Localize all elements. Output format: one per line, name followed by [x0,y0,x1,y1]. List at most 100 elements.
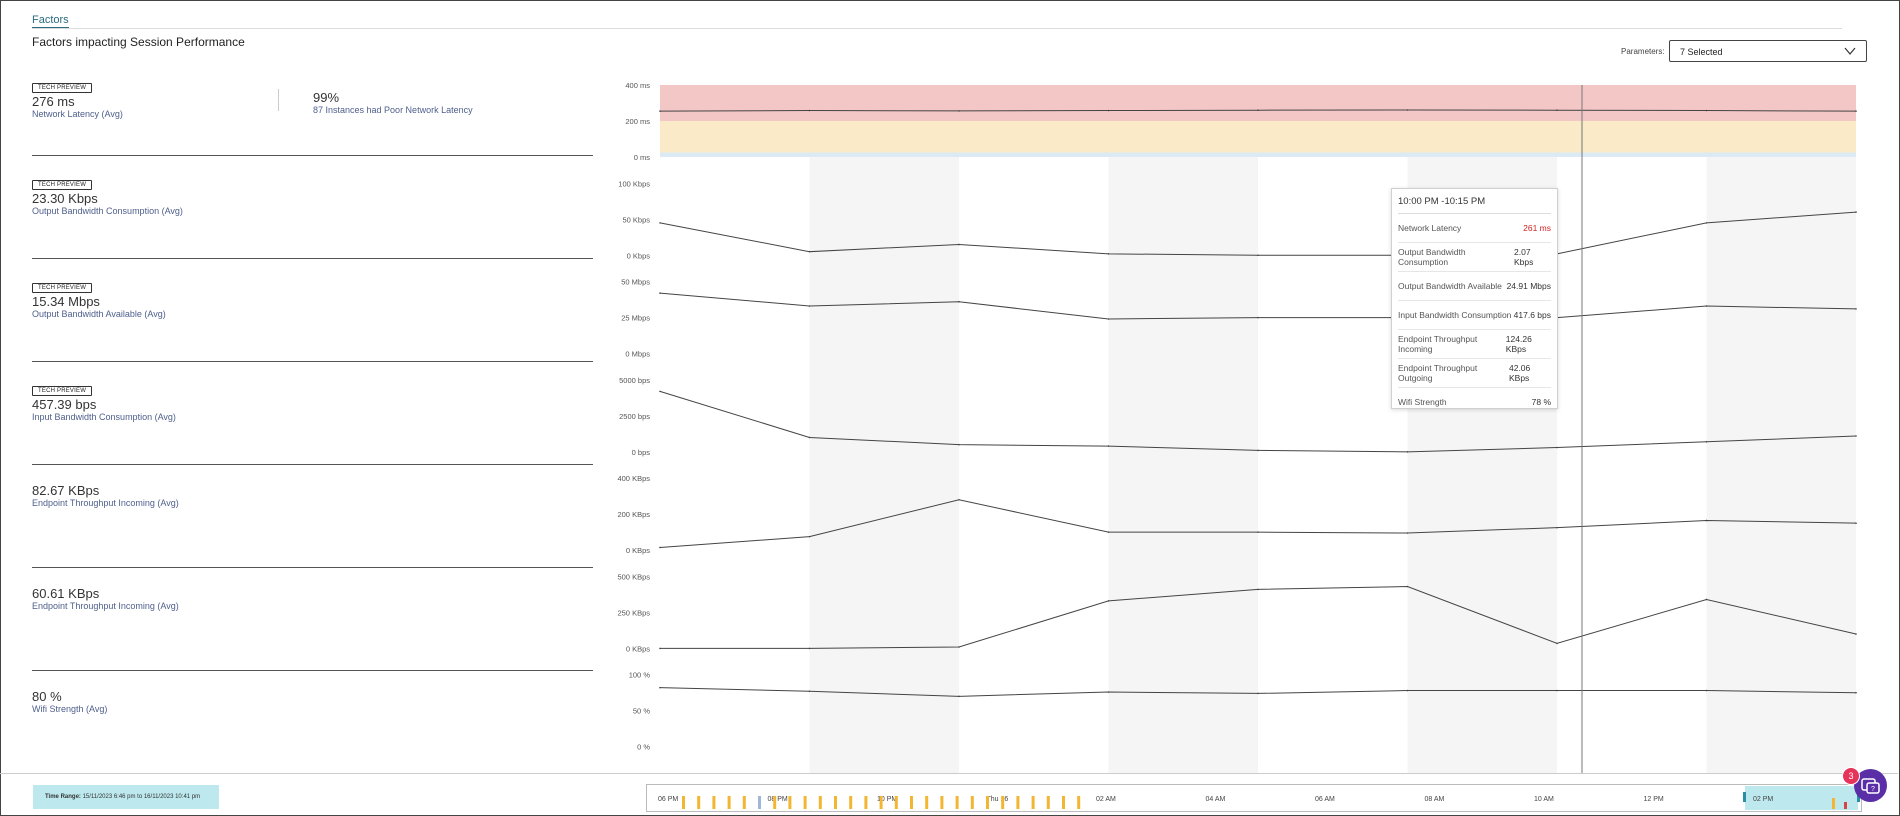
metric-value: 15.34 Mbps [32,294,100,309]
tooltip-row-value: 417.6 bps [1513,310,1551,320]
data-point [1705,519,1708,522]
timeline-bar [986,796,989,809]
chart-tooltip: 10:00 PM -10:15 PM Network Latency 261 ms… [1391,188,1558,409]
data-point [659,110,661,112]
data-point [1705,222,1708,224]
data-point [1406,532,1409,534]
metric-endpoint-throughput-incoming: 82.67 KBps Endpoint Throughput Incoming … [32,483,592,509]
threshold-band-poor [660,85,1856,121]
metric-label: Output Bandwidth Consumption (Avg) [32,206,183,216]
time-range-value: 15/11/2023 6:46 pm to 16/11/2023 10:41 p… [82,794,201,800]
tooltip-row-value: 261 ms [1523,223,1551,233]
tech-preview-badge: TECH PREVIEW [32,283,93,293]
data-point [808,647,811,650]
tooltip-row: Wifi Strength 78 % [1398,388,1551,416]
y-tick-label: 50 Kbps [622,215,650,224]
timeline-tick-label: 08 PM [768,796,788,803]
timeline-tick-label: 02 AM [1096,796,1116,803]
data-point [1406,585,1409,588]
timeline-bar [742,796,746,809]
metric-wifi-strength: 80 % Wifi Strength (Avg) [32,689,592,715]
data-point [1556,446,1558,449]
data-point [1705,598,1708,601]
timeline-bar [1046,796,1050,809]
data-point [1556,109,1558,111]
timeline-tick-label: 06 AM [1315,796,1335,803]
parameters-select[interactable]: 7 Selected [1669,40,1867,62]
metric-value: 82.67 KBps [32,483,100,498]
tab-factors[interactable]: Factors [32,14,69,28]
y-tick-label: 0 Mbps [625,350,650,359]
timeline-bar [970,796,974,809]
data-point [958,443,960,446]
timeline-bar [925,796,929,809]
data-point [659,686,661,689]
timeline-bar [1077,796,1081,809]
data-point [1107,253,1110,255]
data-point [808,690,811,693]
y-tick-label: 2500 bps [619,412,650,421]
tooltip-time: 10:00 PM -10:15 PM [1398,189,1551,214]
timeline-bar [803,796,807,809]
data-point [659,546,661,549]
tooltip-row: Output Bandwidth Consumption 2.07 Kbps [1398,243,1551,272]
data-point [1107,109,1110,112]
timeline-bar [727,796,731,809]
column-shade [1108,130,1258,773]
y-tick-label: 250 KBps [617,608,650,617]
svg-text:?: ? [1871,786,1875,793]
y-tick-label: 200 ms [625,117,650,126]
metric-value: 276 ms [32,94,75,109]
tooltip-row-label: Wifi Strength [1398,397,1447,407]
tech-preview-badge: TECH PREVIEW [32,386,93,396]
timeline-tick-label: 02 PM [1753,796,1773,803]
tooltip-row: Endpoint Throughput Incoming 124.26 KBps [1398,330,1551,359]
data-point [1257,531,1259,533]
timeline-bar [1062,796,1065,809]
timeline-bar [894,796,898,809]
tooltip-row-value: 78 % [1531,397,1551,407]
data-point [1705,440,1708,443]
metric-value: 457.39 bps [32,397,97,412]
data-point [1107,691,1110,693]
metric-separator [32,567,593,568]
column-shade [1706,130,1856,773]
timeline-navigator[interactable]: 06 PM 08 PM 10 PM Thu 16 02 AM 04 AM 06 AM 08 A… [646,784,1862,812]
y-tick-label: 400 KBps [617,474,650,483]
data-point [659,292,661,294]
y-tick-label: 100 % [629,671,651,680]
data-point [1257,109,1259,111]
data-point [1556,642,1558,645]
metric-label: Output Bandwidth Available (Avg) [32,309,166,319]
y-tick-label: 50 % [633,707,650,716]
timeline-bar [864,796,868,809]
data-point [1107,531,1110,533]
y-tick-label: 0 Kbps [627,251,651,260]
data-point [659,647,661,650]
timeline-bar [697,796,701,809]
tooltip-row-value: 24.91 Mbps [1506,281,1551,291]
metric-divider [278,89,279,111]
chevron-down-icon [1844,47,1856,55]
data-point [1705,109,1708,112]
data-point [958,695,960,698]
timeline-bar [773,796,777,809]
metric-separator [32,361,593,362]
metric-network-latency: TECH PREVIEW 276 ms Network Latency (Avg… [32,76,592,120]
factors-chart[interactable]: 400 ms 200 ms 0 ms 100 Kbps 50 Kbps 0 Kbps 50 … [600,75,1860,775]
metric-network-latency-secondary: 99% 87 Instances had Poor Network Latenc… [313,90,473,116]
parameters-label: Parameters: [1621,47,1665,56]
timeline-bar [1844,802,1847,809]
y-tick-label: 0 KBps [626,546,650,555]
data-point [1257,588,1259,591]
data-point [1855,435,1857,437]
timeline-bar [1031,796,1035,809]
data-point [1257,254,1259,257]
metric-label: Input Bandwidth Consumption (Avg) [32,412,176,422]
timeline-bar [1016,796,1020,809]
timeline-bar [818,796,822,809]
y-tick-label: 0 bps [632,448,651,457]
data-point [958,646,960,648]
threshold-band-fair [660,121,1856,153]
data-point [1107,445,1110,447]
